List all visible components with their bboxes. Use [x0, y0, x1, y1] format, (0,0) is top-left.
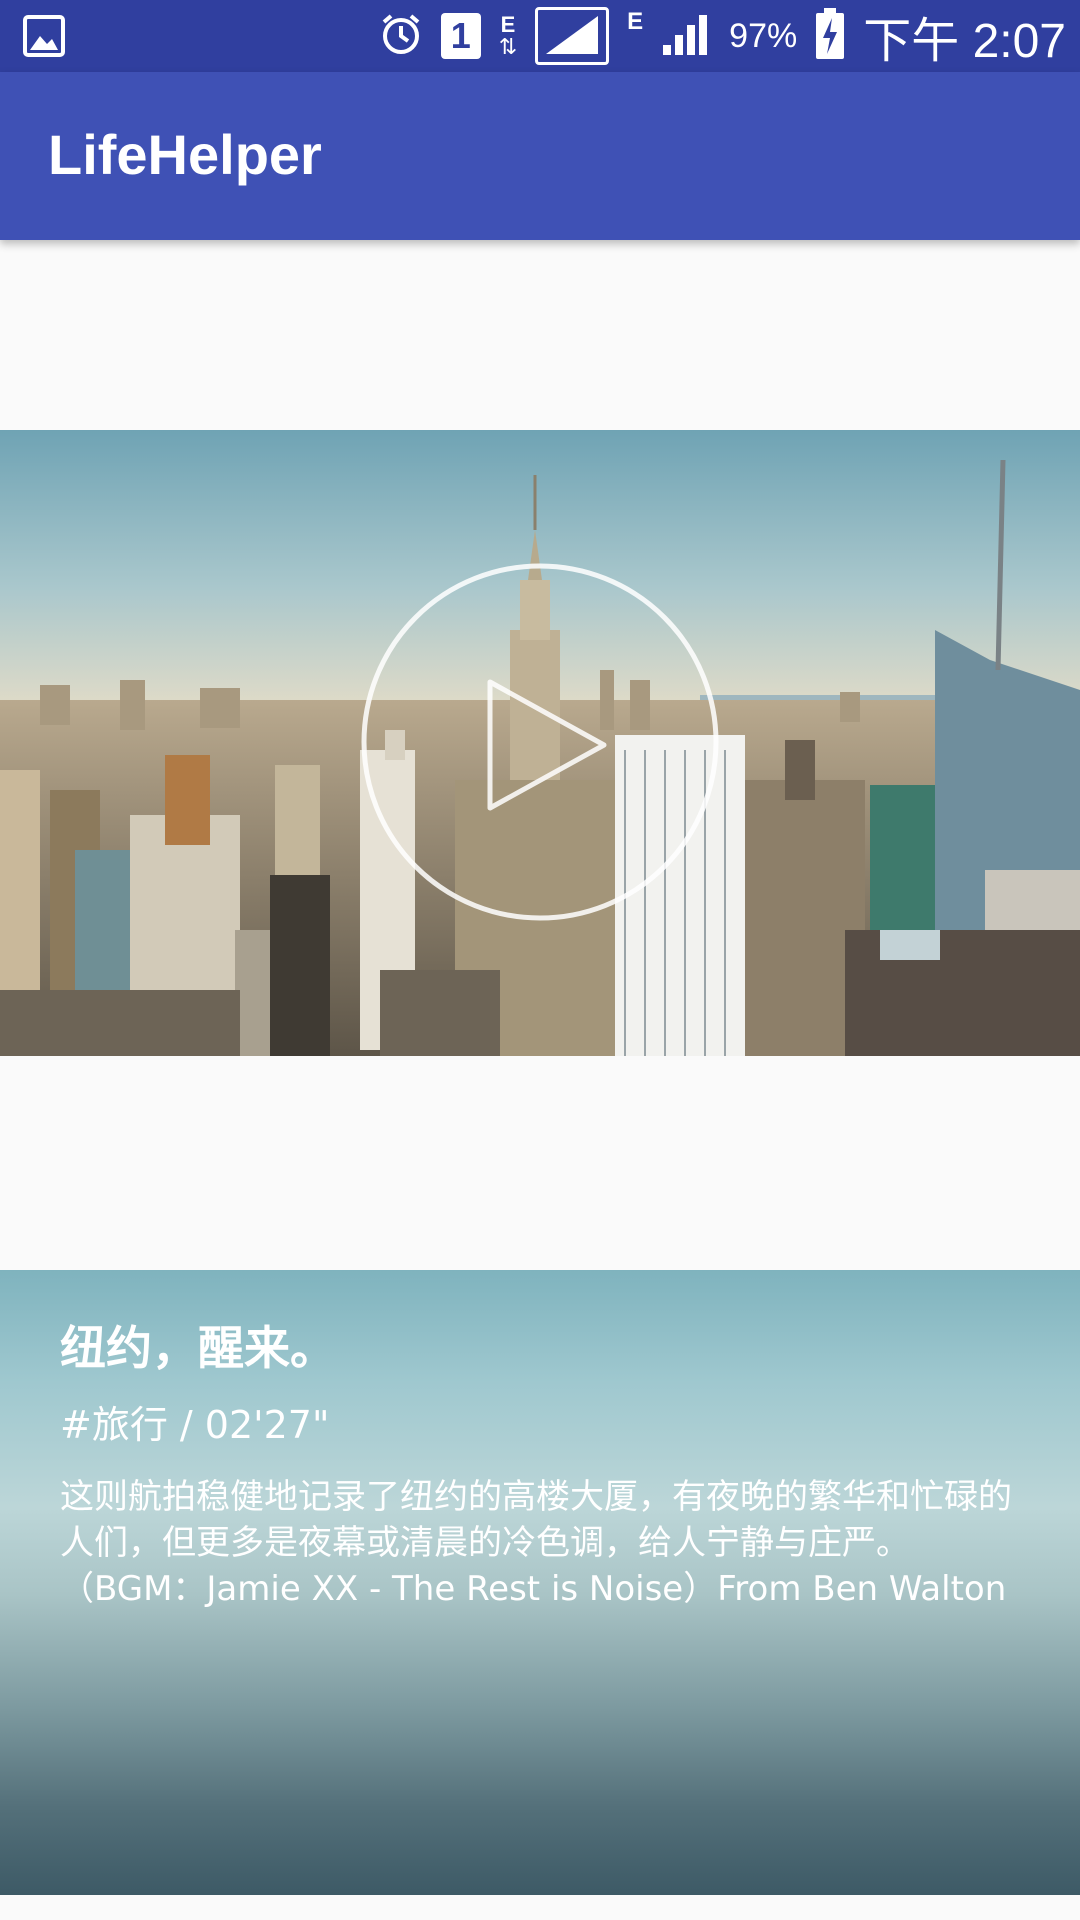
play-button[interactable] [360, 562, 720, 922]
battery-percent: 97% [729, 16, 798, 55]
signal-icon [535, 7, 610, 65]
video-info-card[interactable]: 纽约，醒来。 #旅行 / 02'27" 这则航拍稳健地记录了纽约的高楼大厦，有夜… [0, 1270, 1080, 1895]
video-description: 这则航拍稳健地记录了纽约的高楼大厦，有夜晚的繁华和忙碌的人们，但更多是夜幕或清晨… [60, 1477, 1012, 1609]
play-circle-icon [361, 563, 719, 921]
network-e-label: E [500, 12, 516, 37]
video-tag-duration: #旅行 / 02'27" [60, 1403, 330, 1447]
app-bar: LifeHelper [0, 72, 1080, 240]
app-title: LifeHelper [48, 123, 322, 186]
status-time: 下午 2:07 [863, 15, 1066, 68]
status-bar: 1 E ⇅ E 97% 下午 2:07 [0, 0, 1080, 72]
network-e-icon: E [627, 8, 644, 35]
gallery-icon [22, 14, 66, 62]
sim1-icon: 1 [440, 13, 481, 59]
signal-icon-2 [661, 11, 711, 61]
video-title: 纽约，醒来。 [60, 1321, 336, 1375]
battery-charging-icon [815, 8, 845, 64]
data-arrows-icon: E ⇅ [498, 12, 518, 59]
alarm-icon [379, 12, 423, 60]
status-icons: 1 E ⇅ E 97% 下午 2:07 [379, 0, 1066, 72]
